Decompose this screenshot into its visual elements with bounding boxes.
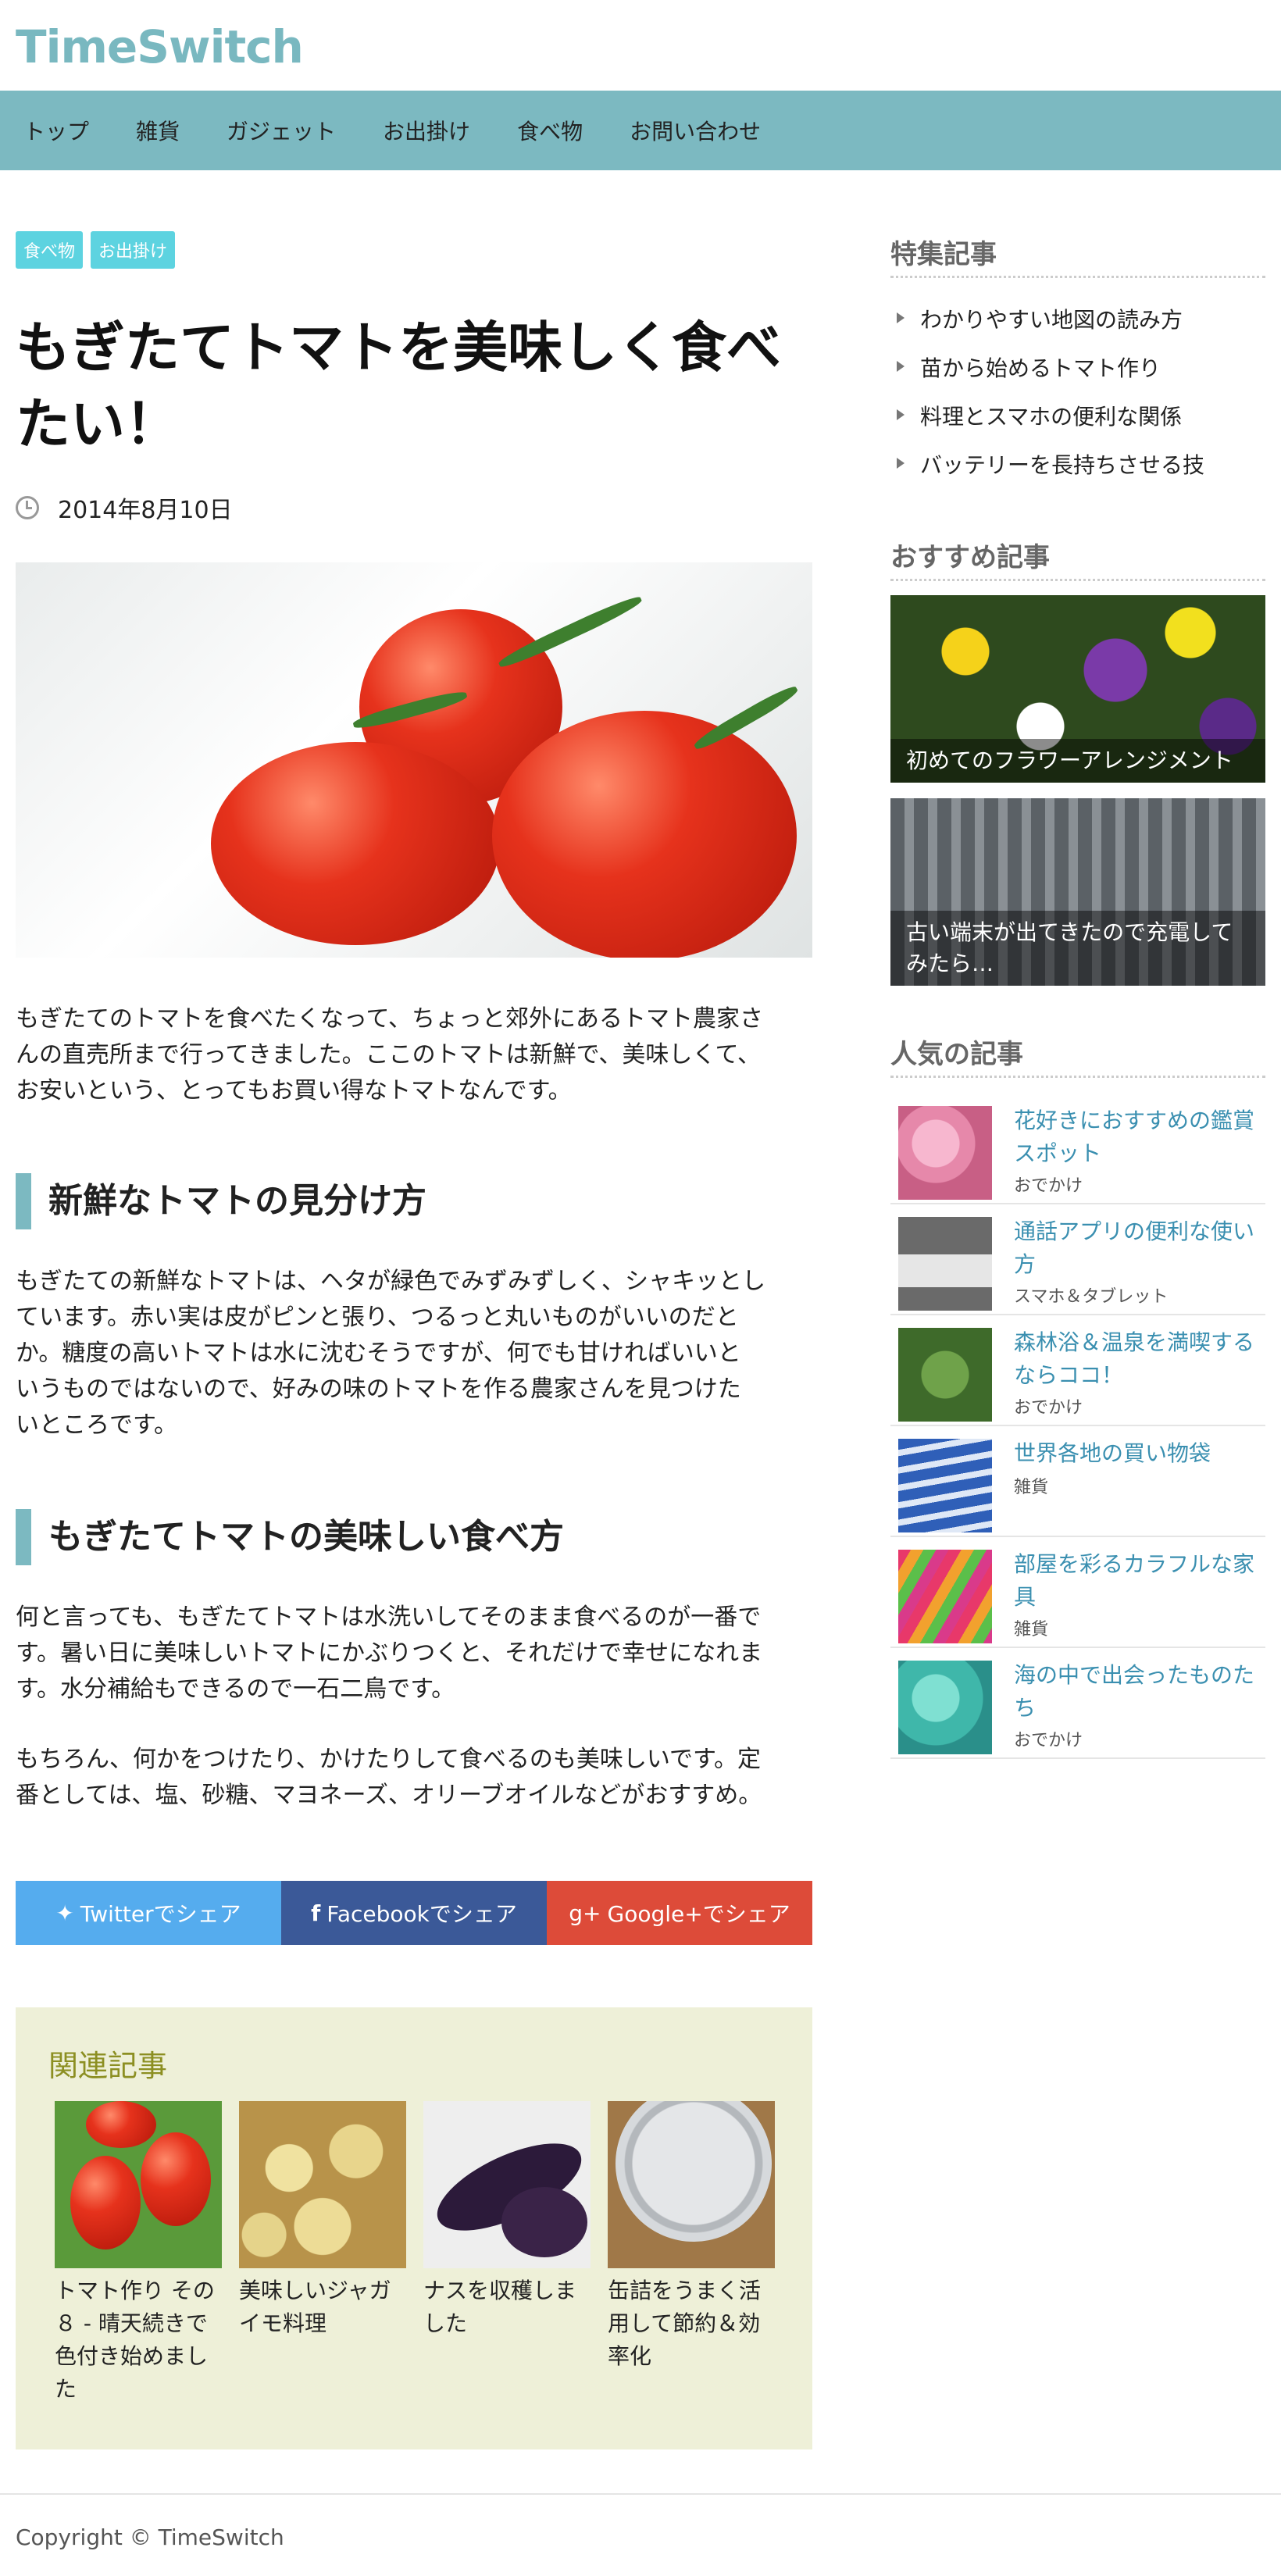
article-title-line1: もぎたてトマトを美味しく食べ: [16, 316, 781, 380]
popular-thumb-sea: [898, 1661, 992, 1754]
paragraph-toppings: もちろん、何かをつけたり、かけたりして食べるのも美味しいです。定 番としては、塩…: [16, 1746, 762, 1809]
related-thumb-eggplants: [423, 2101, 591, 2268]
related-item[interactable]: 美味しいジャガ イモ料理: [239, 2101, 406, 2340]
popular-thumb-furniture: [898, 1550, 992, 1643]
popular-thumb-phone: [898, 1217, 992, 1311]
section-heading-selection: 新鮮なトマトの見分け方: [16, 1173, 812, 1229]
paragraph-eating: 何と言っても、もぎたてトマトは水洗いしてそのまま食べるのが一番で す。暑い日に美…: [16, 1604, 763, 1703]
featured-item[interactable]: わかりやすい地図の読み方: [890, 303, 1265, 334]
related-heading: 関連記事: [48, 2049, 168, 2083]
share-buttons: ✦ Twitterでシェア f Facebookでシェア g+ Google+で…: [16, 1881, 812, 1945]
nav-item-top[interactable]: トップ: [23, 115, 89, 146]
related-item[interactable]: 缶詰をうまく活 用して節約＆効 率化: [608, 2101, 775, 2373]
hero-image-tomatoes: [16, 562, 812, 958]
article: 食べ物 お出掛け もぎたてトマトを美味しく食べ たい！ 2014年8月10日 も…: [16, 231, 812, 2449]
nav-item-gadget[interactable]: ガジェット: [227, 115, 336, 146]
recommended-item[interactable]: 初めてのフラワーアレンジメント: [890, 595, 1265, 783]
article-date: 2014年8月10日: [16, 491, 233, 525]
related-thumb-potatoes: [239, 2101, 406, 2268]
related-thumb-can: [608, 2101, 775, 2268]
facebook-share-button[interactable]: f Facebookでシェア: [281, 1881, 547, 1945]
article-title-line2: たい！: [16, 392, 180, 456]
google-plus-icon: g+: [569, 1900, 601, 1926]
popular-item[interactable]: 花好きにおすすめの鑑賞 スポット おでかけ: [890, 1097, 1265, 1204]
google-share-button[interactable]: g+ Google+でシェア: [547, 1881, 812, 1945]
nav-item-goods[interactable]: 雑貨: [136, 115, 180, 146]
popular-thumb-bags: [898, 1439, 992, 1532]
section-heading-eating: もぎたてトマトの美味しい食べ方: [16, 1509, 812, 1565]
nav-item-food[interactable]: 食べ物: [517, 115, 583, 146]
related-item[interactable]: トマト作り その ８ - 晴天続きで 色付き始めまし た: [55, 2101, 222, 2406]
twitter-share-button[interactable]: ✦ Twitterでシェア: [16, 1881, 281, 1945]
nav-item-contact[interactable]: お問い合わせ: [630, 115, 761, 146]
copyright: Copyright © TimeSwitch: [16, 2524, 284, 2550]
twitter-icon: ✦: [55, 1900, 74, 1926]
main-nav: トップ 雑貨 ガジェット お出掛け 食べ物 お問い合わせ: [0, 91, 1281, 170]
featured-heading: 特集記事: [890, 233, 1265, 278]
footer: Copyright © TimeSwitch: [0, 2493, 1281, 2576]
popular-heading: 人気の記事: [890, 1033, 1265, 1078]
related-articles: 関連記事 トマト作り その ８ - 晴天続きで 色付き始めまし た 美味しいジャ…: [16, 2007, 812, 2449]
recommended-heading: おすすめ記事: [890, 536, 1265, 581]
popular-thumb-forest: [898, 1328, 992, 1422]
facebook-icon: f: [311, 1900, 321, 1926]
tag-outing[interactable]: お出掛け: [91, 231, 176, 269]
recommended-item[interactable]: 古い端末が出てきたので充電して みたら…: [890, 798, 1265, 986]
paragraph-selection: もぎたての新鮮なトマトは、ヘタが緑色でみずみずしく、シャキッとし ています。赤い…: [16, 1268, 765, 1439]
article-date-text: 2014年8月10日: [58, 497, 233, 524]
featured-item[interactable]: バッテリーを長持ちさせる技: [890, 448, 1265, 480]
popular-item[interactable]: 通話アプリの便利な使い方 スマホ＆タブレット: [890, 1208, 1265, 1315]
article-title: もぎたてトマトを美味しく食べ たい！: [16, 309, 812, 462]
intro-paragraph: もぎたてのトマトを食べたくなって、ちょっと郊外にあるトマト農家さ んの直売所まで…: [16, 1005, 763, 1104]
related-thumb-tomatoes: [55, 2101, 222, 2268]
popular-item[interactable]: 部屋を彩るカラフルな家具 雑貨: [890, 1540, 1265, 1648]
nav-item-outing[interactable]: お出掛け: [383, 115, 470, 146]
tag-list: 食べ物 お出掛け: [16, 231, 812, 269]
popular-item[interactable]: 森林浴＆温泉を満喫する ならココ！ おでかけ: [890, 1318, 1265, 1426]
clock-icon: [16, 496, 39, 519]
popular-thumb-flowers: [898, 1106, 992, 1200]
site-logo[interactable]: TimeSwitch: [16, 20, 304, 73]
tag-food[interactable]: 食べ物: [16, 231, 84, 269]
featured-item[interactable]: 苗から始めるトマト作り: [890, 351, 1265, 383]
related-item[interactable]: ナスを収穫しま した: [423, 2101, 591, 2340]
featured-item[interactable]: 料理とスマホの便利な関係: [890, 400, 1265, 431]
popular-item[interactable]: 海の中で出会ったものたち おでかけ: [890, 1651, 1265, 1759]
popular-item[interactable]: 世界各地の買い物袋 雑貨: [890, 1429, 1265, 1537]
